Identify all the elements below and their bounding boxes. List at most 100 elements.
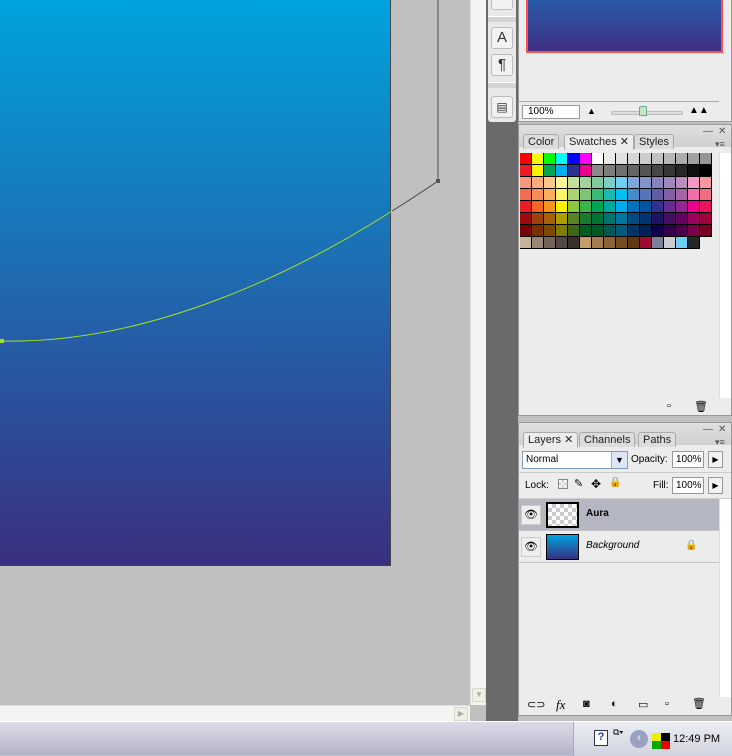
swatch[interactable]: [544, 237, 556, 249]
panel-grip[interactable]: [488, 16, 516, 22]
swatch[interactable]: [652, 237, 664, 249]
document-canvas-area[interactable]: [0, 0, 470, 705]
fill-input[interactable]: 100%: [672, 477, 704, 494]
swatch[interactable]: [580, 213, 592, 225]
swatch[interactable]: [604, 189, 616, 201]
swatch[interactable]: [628, 153, 640, 165]
lock-move-icon[interactable]: ✥: [591, 477, 601, 491]
swatch[interactable]: [664, 237, 676, 249]
swatch[interactable]: [640, 189, 652, 201]
swatch[interactable]: [652, 177, 664, 189]
zoom-out-icon[interactable]: ▲: [587, 106, 596, 116]
swatch[interactable]: [628, 225, 640, 237]
swatch[interactable]: [592, 225, 604, 237]
swatch[interactable]: [700, 213, 712, 225]
tab-paths[interactable]: Paths: [638, 432, 677, 447]
anchor-point[interactable]: [0, 339, 4, 343]
swatch[interactable]: [604, 201, 616, 213]
minimize-icon[interactable]: —: [703, 424, 713, 435]
swatch[interactable]: [628, 165, 640, 177]
swatch[interactable]: [652, 201, 664, 213]
scroll-right-button[interactable]: ▶: [454, 707, 468, 721]
swatch[interactable]: [616, 189, 628, 201]
swatch[interactable]: [532, 189, 544, 201]
swatch[interactable]: [676, 189, 688, 201]
swatch[interactable]: [592, 237, 604, 249]
swatch[interactable]: [532, 213, 544, 225]
scroll-down-button[interactable]: ▼: [472, 688, 486, 702]
swatch[interactable]: [628, 201, 640, 213]
link-layers-icon[interactable]: ⊂⊃: [527, 698, 545, 711]
swatch[interactable]: [640, 237, 652, 249]
swatch[interactable]: [592, 213, 604, 225]
swatch[interactable]: [700, 201, 712, 213]
layer-row-background[interactable]: 👁 Background 🔒: [519, 531, 719, 563]
swatch[interactable]: [556, 213, 568, 225]
visibility-eye-icon[interactable]: 👁: [521, 505, 541, 525]
panel-menu-icon[interactable]: ▾≡: [715, 437, 725, 448]
swatch[interactable]: [580, 237, 592, 249]
swatches-scrollbar[interactable]: [719, 153, 731, 398]
swatch[interactable]: [652, 189, 664, 201]
swatch[interactable]: [676, 177, 688, 189]
layers-scrollbar[interactable]: [719, 499, 731, 697]
swatch[interactable]: [640, 201, 652, 213]
swatch[interactable]: [664, 177, 676, 189]
swatch[interactable]: [568, 177, 580, 189]
swatch[interactable]: [628, 213, 640, 225]
close-icon[interactable]: ✕: [718, 424, 726, 435]
visibility-eye-icon[interactable]: 👁: [521, 537, 541, 557]
character-icon[interactable]: A: [491, 27, 513, 49]
swatch[interactable]: [568, 165, 580, 177]
panel-grip[interactable]: [488, 82, 516, 88]
swatch[interactable]: [640, 153, 652, 165]
swatch[interactable]: [520, 153, 532, 165]
swatch[interactable]: [652, 153, 664, 165]
swatch[interactable]: [676, 165, 688, 177]
lock-all-icon[interactable]: 🔒: [609, 477, 621, 488]
swatch[interactable]: [592, 201, 604, 213]
lock-transparency-icon[interactable]: [558, 479, 568, 489]
swatch[interactable]: [556, 225, 568, 237]
tab-color[interactable]: Color: [523, 134, 560, 149]
swatch[interactable]: [676, 225, 688, 237]
swatch[interactable]: [628, 237, 640, 249]
close-icon[interactable]: ✕: [718, 126, 726, 137]
swatch[interactable]: [520, 201, 532, 213]
swatch[interactable]: [568, 225, 580, 237]
swatch[interactable]: [700, 177, 712, 189]
swatch[interactable]: [580, 201, 592, 213]
swatch[interactable]: [604, 177, 616, 189]
new-group-icon[interactable]: ▭: [638, 698, 648, 711]
zoom-slider-handle[interactable]: [639, 106, 647, 116]
swatch[interactable]: [688, 165, 700, 177]
swatch[interactable]: [688, 213, 700, 225]
swatch[interactable]: [580, 177, 592, 189]
add-mask-icon[interactable]: ◙: [583, 698, 590, 710]
paragraph-icon[interactable]: ¶: [491, 54, 513, 76]
swatch[interactable]: [664, 189, 676, 201]
swatch[interactable]: [520, 213, 532, 225]
swatch[interactable]: [640, 213, 652, 225]
close-tab-icon[interactable]: ✕: [564, 434, 573, 446]
tab-channels[interactable]: Channels: [579, 432, 636, 447]
swatch[interactable]: [544, 177, 556, 189]
layer-comps-icon[interactable]: ▤: [491, 96, 513, 118]
swatch[interactable]: [544, 225, 556, 237]
swatch[interactable]: [592, 165, 604, 177]
panel-menu-icon[interactable]: ▾≡: [715, 139, 725, 150]
swatch[interactable]: [604, 225, 616, 237]
swatch[interactable]: [628, 189, 640, 201]
swatch[interactable]: [556, 165, 568, 177]
swatch[interactable]: [688, 153, 700, 165]
swatch[interactable]: [556, 237, 568, 249]
swatch[interactable]: [544, 189, 556, 201]
swatch[interactable]: [604, 213, 616, 225]
swatch[interactable]: [544, 153, 556, 165]
horizontal-scrollbar[interactable]: ▶: [0, 705, 470, 721]
swatch[interactable]: [544, 213, 556, 225]
tab-styles[interactable]: Styles: [634, 134, 674, 149]
fill-slider-button[interactable]: ▶: [708, 477, 723, 494]
swatch[interactable]: [520, 177, 532, 189]
adjustment-layer-icon[interactable]: ◐: [611, 698, 618, 710]
